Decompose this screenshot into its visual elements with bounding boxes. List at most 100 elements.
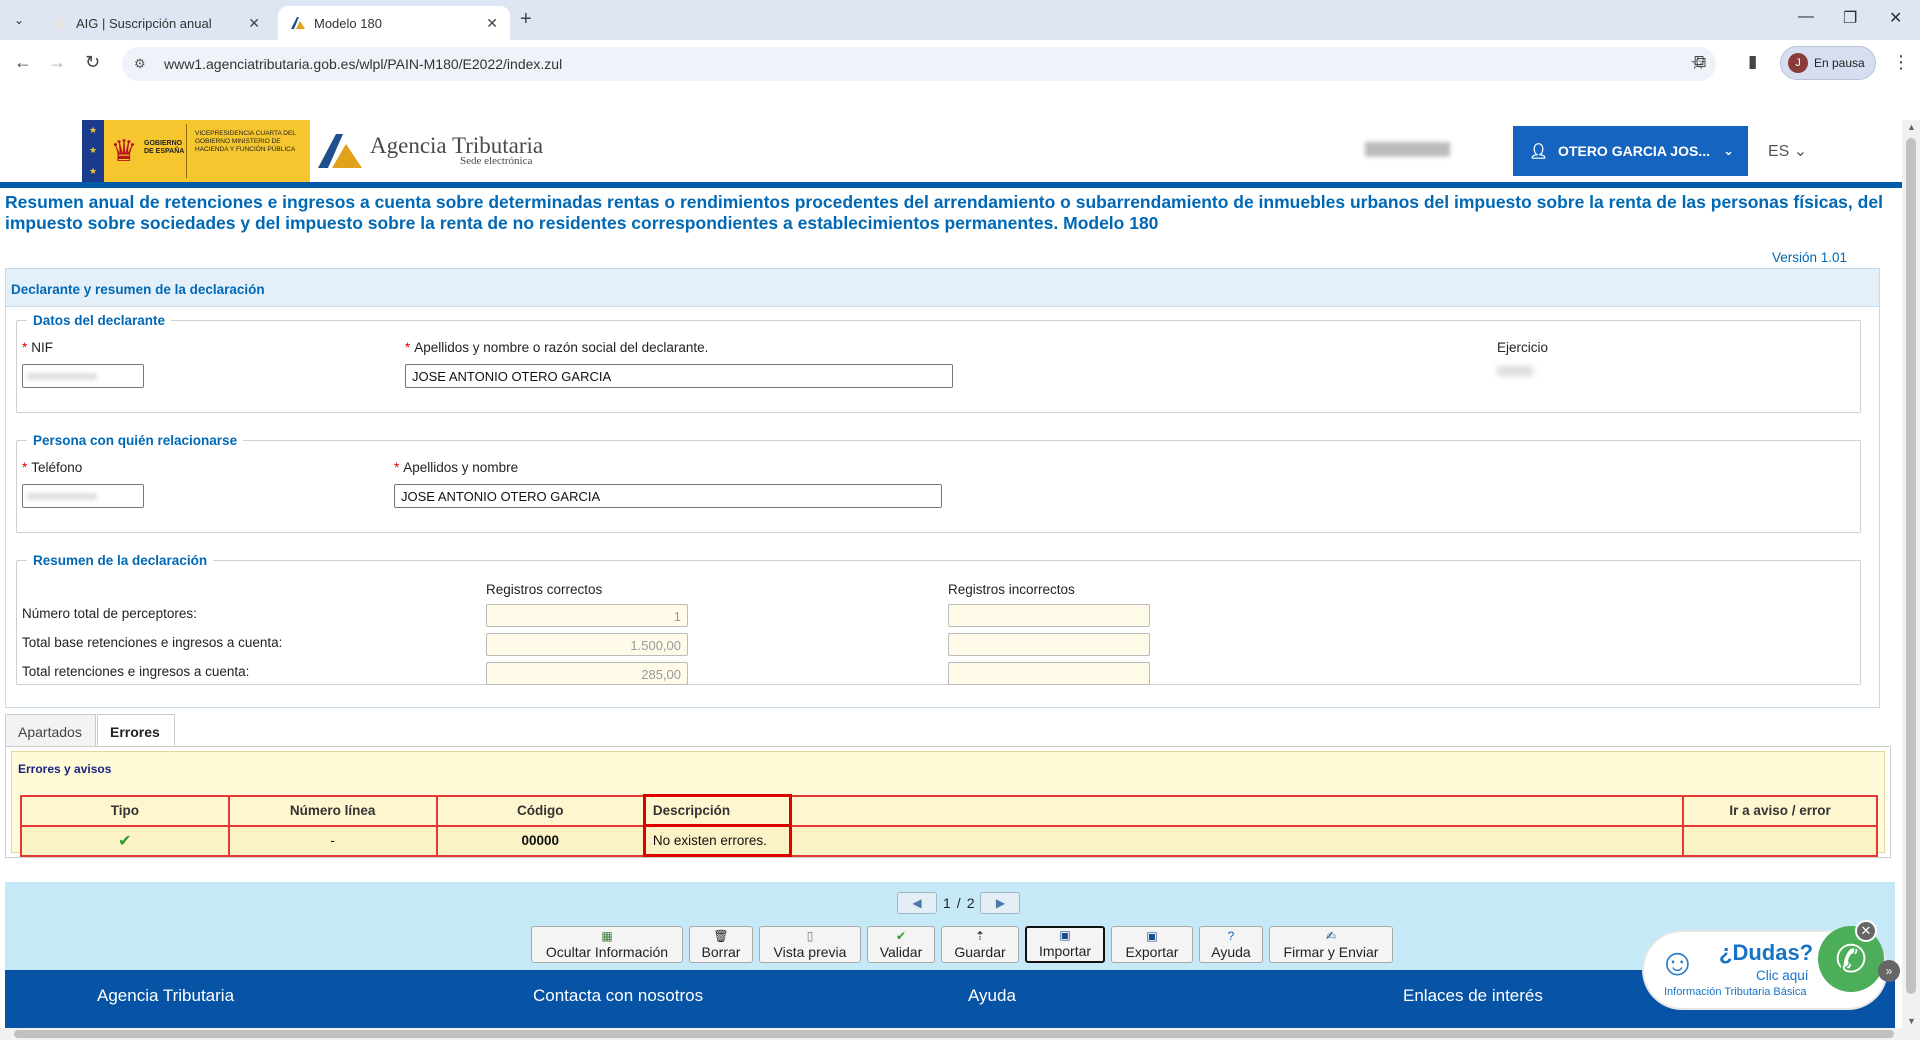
nombre-declarante-field[interactable]: JOSE ANTONIO OTERO GARCIA xyxy=(405,364,953,388)
tab-apartados[interactable]: Apartados xyxy=(5,714,96,746)
importar-button[interactable]: ▣ Importar xyxy=(1025,926,1105,963)
prev-page-icon[interactable]: ◀ xyxy=(897,892,937,914)
page-title: Resumen anual de retenciones e ingresos … xyxy=(5,192,1883,233)
sign-icon: ✍ xyxy=(1325,929,1337,943)
col-spacer xyxy=(789,794,1685,827)
save-icon: ⇡ xyxy=(974,929,986,943)
avatar: J xyxy=(1788,53,1808,73)
nombre-contacto-field[interactable]: JOSE ANTONIO OTERO GARCIA xyxy=(394,484,942,508)
borrar-button[interactable]: 🗑︎ Borrar xyxy=(689,926,753,963)
side-panel-icon[interactable]: ▮ xyxy=(1748,52,1757,72)
pager-current: 1 xyxy=(943,895,951,911)
pager: ◀ 1 / 2 ▶ xyxy=(897,892,1021,914)
address-bar: ← → ↻ ⚙ www1.agenciatributaria.gob.es/wl… xyxy=(0,40,1920,86)
url-field[interactable]: ⚙ www1.agenciatributaria.gob.es/wlpl/PAI… xyxy=(122,47,1716,81)
agencia-tributaria-logo[interactable]: Agencia Tributaria Sede electrónica xyxy=(316,130,543,170)
profile-button[interactable]: J En pausa xyxy=(1780,46,1876,80)
ir-aviso-cell[interactable] xyxy=(1682,824,1878,857)
gobierno-espana-logo[interactable]: ★ ★ ★ ♛ GOBIERNO DE ESPAÑA VICEPRESIDENCIA… xyxy=(82,120,310,182)
button-label: Importar xyxy=(1038,943,1092,959)
col-ir-aviso: Ir a aviso / error xyxy=(1682,794,1878,827)
ocultar-informacion-button[interactable]: ▦ Ocultar Información xyxy=(531,926,683,963)
extensions-icon[interactable]: ⧉ xyxy=(1694,52,1706,72)
next-page-icon[interactable]: ▶ xyxy=(980,892,1021,914)
table-icon: ▦ xyxy=(601,929,613,943)
horizontal-scrollbar[interactable] xyxy=(0,1028,1920,1040)
button-label: Borrar xyxy=(701,944,741,960)
footer-link-enlaces[interactable]: Enlaces de interés xyxy=(1403,986,1543,1006)
telefono-field[interactable] xyxy=(22,484,144,508)
url-text: www1.agenciatributaria.gob.es/wlpl/PAIN-… xyxy=(164,56,563,72)
eu-flag-icon: ★ ★ ★ xyxy=(82,120,104,182)
col-tipo: Tipo xyxy=(20,794,230,827)
language-selector[interactable]: ES ⌄ xyxy=(1768,141,1807,161)
export-icon: ▣ xyxy=(1146,929,1158,943)
resumen-row-label: Total retenciones e ingresos a cuenta: xyxy=(22,664,250,679)
col-numero-linea: Número línea xyxy=(227,794,438,827)
exportar-button[interactable]: ▣ Exportar xyxy=(1111,926,1193,963)
resumen-row-label: Número total de perceptores: xyxy=(22,606,197,621)
ejercicio-label: Ejercicio xyxy=(1497,340,1549,355)
browser-tab-modelo-180[interactable]: Modelo 180 ✕ xyxy=(278,6,510,40)
user-menu-button[interactable]: 👤︎ OTERO GARCIA JOS... ⌄ xyxy=(1513,126,1748,176)
ejercicio-value xyxy=(1497,366,1533,376)
guardar-button[interactable]: ⇡ Guardar xyxy=(941,926,1019,963)
dudas-help-widget[interactable]: ☺ ¿Dudas? Clic aquí Información Tributar… xyxy=(1644,920,1900,1008)
spacer-cell xyxy=(789,824,1685,857)
vertical-scrollbar[interactable]: ▲ ▼ xyxy=(1902,120,1920,1028)
scroll-up-icon[interactable]: ▲ xyxy=(1907,122,1916,132)
ayuda-button[interactable]: ? Ayuda xyxy=(1199,926,1263,963)
col-incorrectos-header: Registros incorrectos xyxy=(948,582,1075,597)
footer-link-contacta[interactable]: Contacta con nosotros xyxy=(533,986,703,1006)
footer-link-ayuda[interactable]: Ayuda xyxy=(968,986,1016,1006)
firmar-enviar-button[interactable]: ✍ Firmar y Enviar xyxy=(1269,926,1393,963)
panel-title: Declarante y resumen de la declaración xyxy=(6,269,1879,307)
tab-search-icon[interactable]: ⌄ xyxy=(8,9,30,31)
datos-declarante-section: Datos del declarante * NIF * Apellidos y n… xyxy=(16,313,1861,413)
browser-tab-aig[interactable]: AIG | Suscripción anual ✕ xyxy=(40,6,272,40)
vista-previa-button[interactable]: ▯ Vista previa xyxy=(759,926,861,963)
forward-icon[interactable]: → xyxy=(48,52,66,73)
check-icon: ✔ xyxy=(895,929,907,943)
reload-icon[interactable]: ↻ xyxy=(85,52,100,73)
back-icon[interactable]: ← xyxy=(14,52,32,73)
button-label: Ocultar Información xyxy=(545,944,669,960)
restore-icon[interactable]: ❐ xyxy=(1843,8,1857,28)
close-tab-icon[interactable]: ✕ xyxy=(248,15,260,32)
import-icon: ▣ xyxy=(1059,928,1071,942)
nif-field[interactable] xyxy=(22,364,144,388)
errores-title: Errores y avisos xyxy=(18,762,112,776)
nombre-contacto-label: * Apellidos y nombre xyxy=(394,460,519,475)
section-legend: Persona con quién relacionarse xyxy=(33,433,238,448)
footer-link-agencia[interactable]: Agencia Tributaria xyxy=(97,986,234,1006)
col-codigo: Código xyxy=(435,794,646,827)
gobierno-text: GOBIERNO DE ESPAÑA xyxy=(144,140,185,155)
nif-label: * NIF xyxy=(22,340,54,355)
tab-errores[interactable]: Errores xyxy=(97,714,175,747)
declarante-panel: Declarante y resumen de la declaración D… xyxy=(5,268,1880,708)
site-info-icon[interactable]: ⚙ xyxy=(134,56,152,72)
agencia-tributaria-favicon-icon xyxy=(291,17,305,29)
header-divider xyxy=(0,182,1902,188)
user-name: OTERO GARCIA JOS... xyxy=(1558,143,1710,159)
close-window-icon[interactable]: ✕ xyxy=(1889,8,1902,28)
tab-label: Modelo 180 xyxy=(314,15,382,31)
browser-menu-icon[interactable]: ⋮ xyxy=(1892,52,1910,73)
button-label: Guardar xyxy=(954,944,1006,960)
close-tab-icon[interactable]: ✕ xyxy=(486,15,498,32)
site-header: ★ ★ ★ ♛ GOBIERNO DE ESPAÑA VICEPRESIDENCIA… xyxy=(0,120,1902,182)
scroll-down-icon[interactable]: ▼ xyxy=(1907,1016,1916,1026)
col-correctos-header: Registros correctos xyxy=(486,582,603,597)
scrollbar-thumb[interactable] xyxy=(1906,138,1916,994)
pager-separator: / xyxy=(956,895,961,911)
validar-button[interactable]: ✔ Validar xyxy=(867,926,935,963)
minimize-icon[interactable]: — xyxy=(1798,8,1814,26)
retenciones-correctos-field: 285,00 xyxy=(486,662,688,685)
chevron-right-icon[interactable]: » xyxy=(1878,960,1900,982)
new-tab-icon[interactable]: + xyxy=(520,8,532,31)
button-label: Ayuda xyxy=(1211,944,1251,960)
scrollbar-thumb[interactable] xyxy=(14,1030,1894,1038)
help-icon: ? xyxy=(1227,929,1235,943)
close-icon[interactable]: ✕ xyxy=(1855,920,1877,942)
base-correctos-field: 1.500,00 xyxy=(486,633,688,656)
